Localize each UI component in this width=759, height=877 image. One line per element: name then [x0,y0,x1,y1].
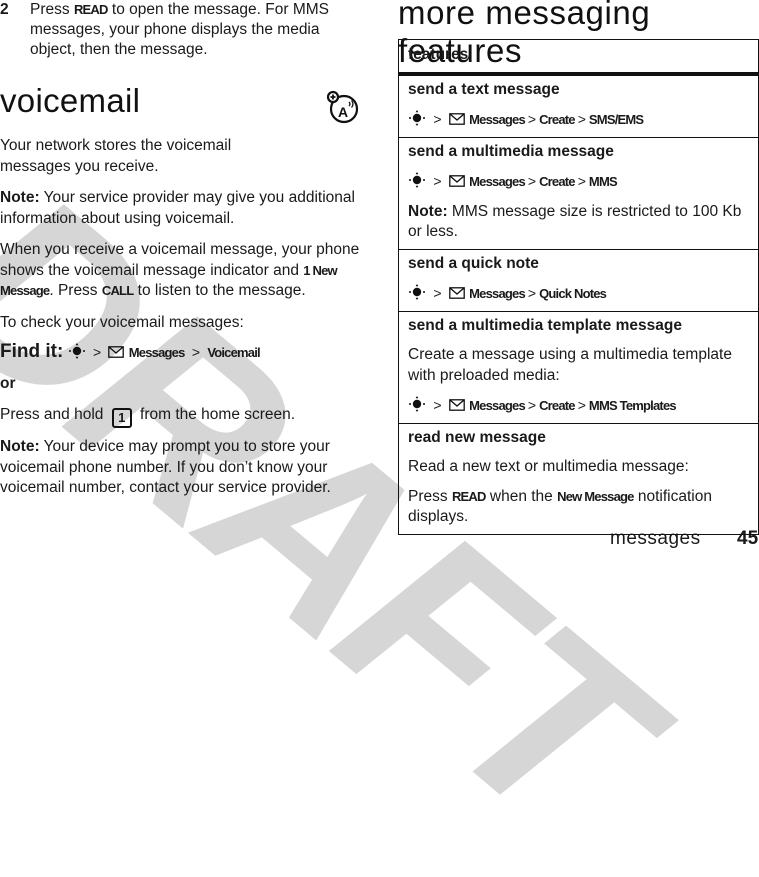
feature-path: > Messages > Create > SMS/EMS [408,109,749,131]
path-voicemail: Voicemail [207,345,260,360]
step-text: Press READ to open the message. For MMS … [30,1,329,58]
read-key-label: READ [451,488,486,504]
feature-title: send a quick note [408,254,539,272]
feature-note: Note: MMS message size is restricted to … [408,202,742,241]
feature-row: send a multimedia message > Messages > Cre… [398,136,759,250]
nav-key-center-icon [409,396,425,412]
voicemail-network-feature-icon: A [326,90,359,124]
step-number: 2 [0,1,9,18]
feature-title: send a text message [408,80,560,98]
feature-desc: Read a new text or multimedia message: [408,458,689,475]
voicemail-note-2: Note: Your device may prompt you to stor… [0,438,331,496]
envelope-icon [448,175,465,187]
voicemail-intro: Your network stores the voicemail messag… [0,137,232,175]
feature-row: send a quick note > Messages > Quick Notes [398,248,759,312]
voicemail-when: When you receive a voicemail message, yo… [0,241,360,299]
feature-path: > Messages > Create > MMS [408,171,749,193]
feature-press: Press READ when the New Message notifica… [408,487,712,526]
call-key-label: CALL [101,283,134,298]
check-voicemail-text: To check your voicemail messages: [0,314,244,331]
envelope-icon [448,113,465,125]
nav-key-center-icon [68,343,85,359]
envelope-icon [448,287,465,299]
envelope-icon [448,399,465,411]
feature-title: read new message [408,428,546,446]
nav-key-center-icon [409,110,425,126]
feature-title: send a multimedia message [408,142,614,160]
feature-desc: Create a message using a multimedia temp… [408,346,732,384]
features-table: features send a text message > Messages >… [398,39,759,535]
feature-title: send a multimedia template message [408,316,682,334]
features-header: features [398,39,759,76]
feature-row: send a text message > Messages > Create > SM… [398,73,759,138]
press-hold-text: Press and hold 1 from the home screen. [0,405,365,428]
path-messages: Messages [128,345,186,360]
find-it-path: Find it: > Messages > Voicemail [0,341,261,362]
feature-path: > Messages > Quick Notes [408,283,749,305]
voicemail-heading: voicemail [0,82,141,119]
nav-key-center-icon [409,172,425,188]
voicemail-note-1: Note: Your service provider may give you… [0,189,355,227]
read-key-label: READ [73,2,108,17]
find-it-label: Find it: [0,341,64,362]
feature-row: send a multimedia template message Creat… [398,310,759,424]
nav-key-center-icon [409,284,425,300]
keypad-1-icon: 1 [111,408,132,428]
or-text: or [0,375,16,392]
feature-path: > Messages > Create > MMS Templates [408,395,749,417]
new-message-label: New Message [557,488,634,504]
svg-text:A: A [338,104,348,120]
feature-row: read new message Read a new text or mult… [398,422,759,535]
envelope-icon [108,346,125,358]
